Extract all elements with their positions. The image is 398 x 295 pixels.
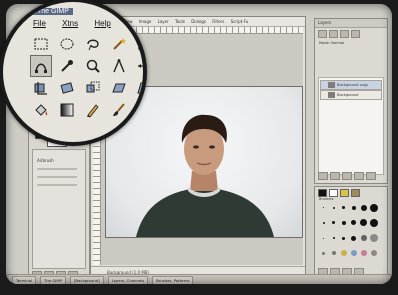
brush[interactable] — [339, 218, 348, 227]
tool-options-panel: Airbrush — [32, 149, 86, 269]
person-left-eye — [193, 145, 199, 149]
brush[interactable] — [359, 203, 368, 212]
swatch[interactable] — [351, 189, 360, 197]
menu-file[interactable]: File — [33, 19, 46, 28]
brush[interactable] — [339, 249, 348, 258]
menu-layer[interactable]: Layer — [158, 19, 169, 24]
option-row[interactable] — [37, 176, 77, 178]
layers-dock: Layers Mode: Normal Background copy Back… — [314, 18, 388, 184]
option-row[interactable] — [37, 168, 77, 170]
brush[interactable] — [369, 249, 378, 258]
taskbar-item[interactable]: Layers, Channels — [107, 276, 149, 284]
brush[interactable] — [359, 218, 368, 227]
brush[interactable] — [349, 203, 358, 212]
dock-tab-button[interactable] — [329, 30, 338, 38]
rotate-icon[interactable] — [57, 78, 77, 98]
person-right-eye — [209, 145, 215, 149]
brush[interactable] — [359, 234, 368, 243]
layers-dock-buttons — [318, 172, 376, 180]
crop-icon[interactable] — [31, 78, 51, 98]
menu-xtns[interactable]: Xtns — [62, 19, 78, 28]
brush[interactable] — [329, 234, 338, 243]
brush[interactable] — [319, 249, 328, 258]
delete-layer-button[interactable] — [366, 172, 376, 180]
tool-options-label: Airbrush — [37, 158, 54, 163]
brush[interactable] — [339, 203, 348, 212]
taskbar-item[interactable]: The GIMP — [40, 276, 66, 284]
dock-tab-button[interactable] — [318, 30, 327, 38]
brush[interactable] — [369, 234, 378, 243]
taskbar-item[interactable]: [Background] — [69, 276, 104, 284]
swatch[interactable] — [318, 189, 327, 197]
taskbar: Terminal The GIMP [Background] Layers, C… — [6, 274, 392, 284]
option-row[interactable] — [37, 184, 77, 186]
layer-row[interactable]: Background — [320, 90, 382, 100]
brushes-dock: Brushes — [314, 186, 388, 280]
brushes-title: Brushes — [319, 197, 334, 201]
layer-name: Background — [337, 93, 359, 97]
menu-script-fu[interactable]: Script-Fu — [231, 19, 249, 24]
dock-tab-button[interactable] — [340, 30, 349, 38]
menu-dialogs[interactable]: Dialogs — [191, 19, 206, 24]
brush[interactable] — [319, 218, 328, 227]
toolbox-menubar: File Xtns Help — [33, 19, 125, 28]
magnified-tool-grid — [30, 34, 143, 120]
menu-help[interactable]: Help — [94, 19, 110, 28]
dock-tab-button[interactable] — [351, 30, 360, 38]
ellipse-select-icon[interactable] — [57, 34, 77, 54]
layers-dock-tabs — [315, 28, 387, 40]
brush-grid — [319, 203, 381, 263]
brush[interactable] — [359, 249, 368, 258]
layer-name: Background copy — [337, 83, 369, 87]
swatch[interactable] — [340, 189, 349, 197]
brush-icon[interactable] — [109, 100, 129, 120]
new-layer-button[interactable] — [318, 172, 328, 180]
bucket-fill-icon[interactable] — [31, 100, 51, 120]
scale-icon[interactable] — [83, 78, 103, 98]
brush[interactable] — [319, 234, 328, 243]
toolbox-title: The GIMP — [33, 8, 73, 15]
pencil-icon[interactable] — [83, 100, 103, 120]
swatch[interactable] — [329, 189, 338, 197]
raise-layer-button[interactable] — [330, 172, 340, 180]
brush[interactable] — [339, 234, 348, 243]
brush[interactable] — [329, 249, 338, 258]
rect-select-icon[interactable] — [31, 34, 51, 54]
brush[interactable] — [349, 218, 358, 227]
menu-tools[interactable]: Tools — [175, 19, 185, 24]
magnifier-inset: The GIMP File Xtns Help — [0, 0, 147, 146]
brush[interactable] — [349, 249, 358, 258]
fuzzy-select-icon[interactable] — [109, 34, 129, 54]
gradient-icon[interactable] — [57, 100, 77, 120]
brush[interactable] — [329, 203, 338, 212]
brush[interactable] — [319, 203, 328, 212]
shear-icon[interactable] — [109, 78, 129, 98]
duplicate-layer-button[interactable] — [354, 172, 364, 180]
zoom-icon[interactable] — [83, 56, 103, 76]
brush[interactable] — [369, 218, 378, 227]
lasso-icon[interactable] — [83, 34, 103, 54]
move-icon[interactable] — [135, 56, 143, 76]
taskbar-item[interactable]: Terminal — [12, 276, 37, 284]
layer-list: Background copy Background — [318, 77, 384, 175]
brush[interactable] — [349, 234, 358, 243]
measure-icon[interactable] — [109, 56, 129, 76]
menu-image[interactable]: Image — [139, 19, 152, 24]
brush[interactable] — [329, 218, 338, 227]
layer-row[interactable]: Background copy — [320, 80, 382, 90]
menu-filters[interactable]: Filters — [212, 19, 224, 24]
layer-mode-label[interactable]: Mode: Normal — [319, 41, 344, 45]
paths-icon[interactable] — [30, 55, 52, 77]
layers-dock-title: Layers — [315, 19, 387, 28]
layer-thumbnail — [328, 92, 335, 98]
layer-thumbnail — [328, 82, 335, 88]
taskbar-item[interactable]: Brushes, Patterns — [152, 276, 194, 284]
color-picker-icon[interactable] — [57, 56, 77, 76]
lower-layer-button[interactable] — [342, 172, 352, 180]
brush[interactable] — [369, 203, 378, 212]
